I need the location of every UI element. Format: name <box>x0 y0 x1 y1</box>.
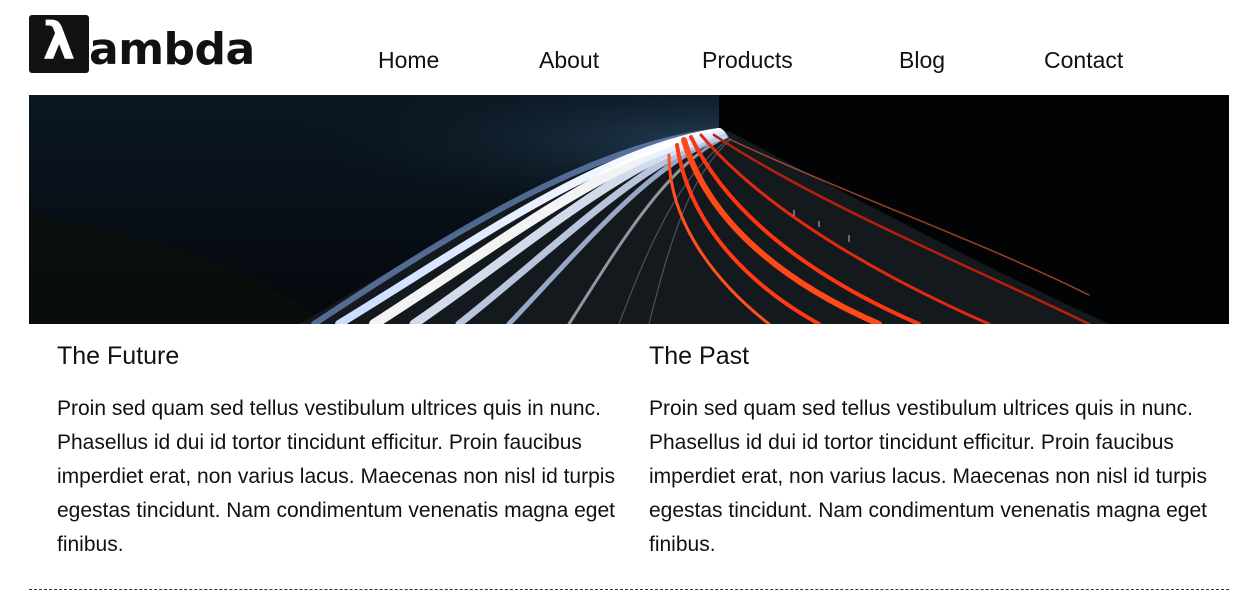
dashed-divider <box>29 589 1229 590</box>
column-title: The Past <box>649 342 750 370</box>
nav-products[interactable]: Products <box>702 44 793 76</box>
column-past: The Past Proin sed quam sed tellus vesti… <box>649 338 1209 562</box>
column-body: Proin sed quam sed tellus vestibulum ult… <box>57 397 615 556</box>
nav-contact[interactable]: Contact <box>1044 44 1123 76</box>
hero-image <box>29 95 1229 324</box>
nav-about[interactable]: About <box>539 44 599 76</box>
column-title: The Future <box>57 342 180 370</box>
column-body: Proin sed quam sed tellus vestibulum ult… <box>649 397 1207 556</box>
nav-blog[interactable]: Blog <box>899 44 945 76</box>
highway-light-trails-image <box>29 95 1229 324</box>
page: λ ambda Home About Products Blog Contact <box>0 0 1246 592</box>
column-future: The Future Proin sed quam sed tellus ves… <box>57 338 617 562</box>
main-nav: Home About Products Blog Contact <box>0 44 1246 78</box>
nav-home[interactable]: Home <box>378 44 439 76</box>
